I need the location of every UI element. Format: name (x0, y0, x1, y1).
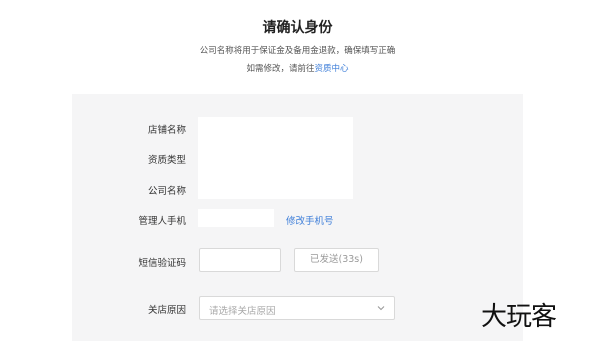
manager-phone-value (198, 209, 274, 227)
sms-code-input[interactable] (199, 248, 281, 272)
form-panel: 店铺名称 资质类型 公司名称 管理人手机 修改手机号 短信验证码 已发送(33s… (72, 94, 523, 341)
close-reason-label: 关店原因 (147, 305, 186, 316)
chevron-down-icon (377, 306, 385, 311)
page-title: 请确认身份 (262, 20, 333, 36)
subtitle-line-1: 公司名称将用于保证金及备用金退款，确保填写正确 (199, 46, 396, 56)
sms-code-label: 短信验证码 (138, 258, 186, 269)
send-code-button[interactable]: 已发送(33s) (294, 248, 379, 272)
modify-phone-link[interactable]: 修改手机号 (286, 213, 334, 227)
manager-phone-label: 管理人手机 (138, 216, 186, 227)
subtitle-line-2: 如需修改，请前往资质中心 (0, 62, 595, 74)
subtitle-line-2-prefix: 如需修改，请前往 (246, 64, 315, 74)
company-name-label: 公司名称 (147, 186, 186, 197)
info-box (198, 117, 353, 199)
store-name-label: 店铺名称 (147, 125, 186, 136)
qualification-type-label: 资质类型 (147, 155, 186, 166)
close-reason-placeholder: 请选择关店原因 (209, 306, 276, 317)
qualification-center-link[interactable]: 资质中心 (315, 64, 349, 74)
close-reason-select[interactable]: 请选择关店原因 (199, 296, 395, 320)
watermark-logo: 大玩客 (481, 302, 557, 332)
